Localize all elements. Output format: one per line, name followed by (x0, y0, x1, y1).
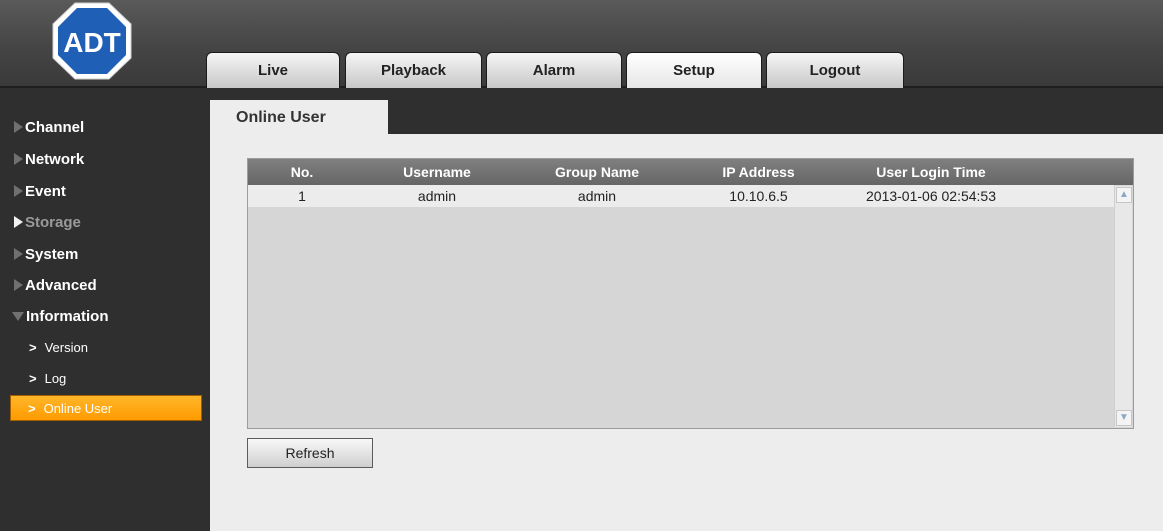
top-header: ADT Live Playback Alarm Setup Logout (0, 0, 1163, 88)
sidebar-item-label: System (25, 245, 79, 263)
column-header-ip-address[interactable]: IP Address (676, 159, 841, 185)
online-user-table: No. Username Group Name IP Address User … (247, 158, 1134, 429)
chevron-down-icon[interactable]: ▼ (1116, 410, 1132, 426)
refresh-button-label: Refresh (285, 445, 335, 461)
sidebar-item-event[interactable]: Event (0, 177, 210, 205)
sidebar-subitem-online-user[interactable]: > Online User (10, 395, 202, 421)
section-tab-online-user[interactable]: Online User (210, 100, 388, 136)
cell-ip-address: 10.10.6.5 (729, 188, 788, 204)
sidebar-item-channel[interactable]: Channel (0, 113, 210, 141)
tab-live[interactable]: Live (206, 52, 340, 88)
chevron-right-icon: > (28, 400, 36, 416)
tab-playback-label: Playback (380, 62, 447, 79)
column-header-login-time[interactable]: User Login Time (841, 159, 1021, 185)
sidebar-subitem-label: Log (44, 370, 67, 386)
table-scrollbar[interactable]: ▲ ▼ (1114, 186, 1132, 427)
chevron-right-icon: > (29, 339, 37, 355)
cell-no: 1 (298, 188, 306, 204)
table-header: No. Username Group Name IP Address User … (248, 159, 1133, 185)
triangle-right-icon (14, 279, 23, 291)
chevron-up-icon[interactable]: ▲ (1116, 187, 1132, 203)
table-row[interactable]: 1 admin admin 10.10.6.5 2013-01-06 02:54… (248, 185, 1114, 207)
sidebar-subitem-label: Version (44, 339, 88, 355)
column-header-no[interactable]: No. (248, 159, 356, 185)
sidebar-item-system[interactable]: System (0, 240, 210, 268)
cell-username: admin (417, 188, 457, 204)
triangle-right-icon (14, 153, 23, 165)
logo-text: ADT (63, 27, 121, 58)
chevron-right-icon: > (29, 370, 37, 386)
cell-login-time: 2013-01-06 02:54:53 (866, 188, 996, 204)
triangle-right-icon (14, 216, 23, 228)
triangle-down-icon (12, 311, 24, 321)
tab-alarm[interactable]: Alarm (486, 52, 622, 88)
adt-logo: ADT (52, 2, 132, 80)
tab-alarm-label: Alarm (532, 62, 576, 79)
sidebar-item-label: Event (25, 182, 66, 200)
sidebar-subitem-log[interactable]: > Log (12, 365, 202, 391)
triangle-right-icon (14, 185, 23, 197)
app-window: ADT Live Playback Alarm Setup Logout Cha… (0, 0, 1163, 531)
sidebar-item-label: Advanced (25, 276, 97, 294)
sidebar-subitem-label: Online User (43, 400, 113, 416)
sidebar-item-label: Network (25, 150, 85, 168)
sidebar: Channel Network Event Storage System Adv… (0, 90, 210, 531)
sidebar-item-label: Storage (25, 213, 81, 231)
tab-live-label: Live (257, 62, 288, 79)
sidebar-item-storage[interactable]: Storage (0, 208, 210, 236)
sidebar-item-information[interactable]: Information (0, 302, 210, 330)
triangle-right-icon (14, 248, 23, 260)
triangle-right-icon (14, 121, 23, 133)
sidebar-item-network[interactable]: Network (0, 145, 210, 173)
refresh-button[interactable]: Refresh (247, 438, 373, 468)
tab-playback[interactable]: Playback (345, 52, 482, 88)
tab-logout-label: Logout (809, 62, 861, 79)
section-title: Online User (236, 109, 326, 126)
cell-group-name: admin (577, 188, 617, 204)
tab-setup-label: Setup (673, 62, 715, 79)
column-header-username[interactable]: Username (356, 159, 518, 185)
column-header-group-name[interactable]: Group Name (518, 159, 676, 185)
sidebar-item-advanced[interactable]: Advanced (0, 271, 210, 299)
sidebar-item-label: Information (26, 307, 109, 325)
sidebar-item-label: Channel (25, 118, 85, 136)
sidebar-subitem-version[interactable]: > Version (12, 334, 202, 360)
tab-logout[interactable]: Logout (766, 52, 904, 88)
content-panel: Online User No. Username Group Name IP A… (210, 100, 1163, 531)
tab-setup[interactable]: Setup (626, 52, 762, 88)
